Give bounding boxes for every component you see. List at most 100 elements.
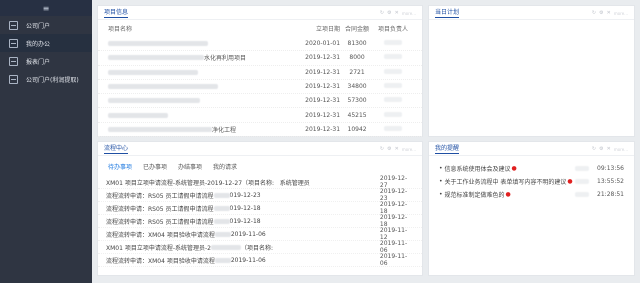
close-icon[interactable]: ✕ <box>607 10 611 16</box>
more-link[interactable]: more... <box>614 11 628 16</box>
sidebar-item-report-portal[interactable]: 报表门户 <box>0 52 92 70</box>
close-icon[interactable]: ✕ <box>395 10 399 16</box>
list-item[interactable]: • 规范标准制定做难色的 ● 21:28:51 <box>429 188 634 201</box>
close-icon[interactable]: ✕ <box>395 146 399 152</box>
flow-item-title: 流程流转申请：XM04 项目验收申请流程 <box>106 231 215 239</box>
table-row[interactable]: 净化工程 2019-12-31 10942 <box>98 123 422 138</box>
project-date: 2019-12-31 <box>305 97 341 105</box>
list-item[interactable]: 流程流转申请：XM04 项目验收申请流程 2019-11-06 2019-11-1… <box>98 227 422 241</box>
project-amount: 10942 <box>347 125 367 133</box>
list-item[interactable]: • 关于工作业务流程中 表单填写内容不明的建议 ● 13:55:52 <box>429 175 634 188</box>
project-date: 2019-12-31 <box>305 68 341 76</box>
reminder-text: 规范标准制定做难色的 <box>444 192 505 199</box>
redacted-text <box>108 55 204 61</box>
flow-item-date: 2019-12-18 <box>379 214 408 228</box>
sidebar-item-label: 公司门户(利润提取) <box>26 76 79 84</box>
project-amount: 2721 <box>349 68 365 76</box>
settings-icon[interactable]: ⚙ <box>599 10 603 16</box>
menu-toggle-button[interactable]: ≡ <box>0 0 92 16</box>
refresh-icon[interactable]: ↻ <box>380 10 384 16</box>
daily-plan-panel: 当日计划 ↻ ⚙ ✕ more... <box>428 5 635 137</box>
project-amount: 34800 <box>347 83 367 91</box>
redacted-text <box>210 244 241 250</box>
settings-icon[interactable]: ⚙ <box>387 146 391 152</box>
redacted-text <box>575 192 590 197</box>
alert-dot-icon: ● <box>511 165 517 172</box>
tab-todo[interactable]: 待办事项 <box>108 162 132 172</box>
panel-title: 我的提醒 <box>435 144 460 154</box>
flow-item-title: 流程流转申请：RS05 员工请假申请流程 <box>106 192 214 200</box>
flow-center-panel: 流程中心 ↻ ⚙ ✕ more... 待办事项 已办事项 办结事项 我的请求 X… <box>97 141 423 276</box>
list-item[interactable]: XM01 项目立项申请流程-系统管理员-2019-12-27（项目名称: 系统管… <box>98 175 422 189</box>
settings-icon[interactable]: ⚙ <box>387 10 391 16</box>
redacted-text <box>108 69 198 75</box>
reminder-list: • 信息系统使用体会及建议 ● 09:13:56 • 关于工作业务流程中 表单填… <box>429 156 634 201</box>
project-date: 2019-12-31 <box>305 125 341 133</box>
refresh-icon[interactable]: ↻ <box>380 146 384 152</box>
report-icon <box>9 56 18 66</box>
flow-item-title: 流程流转申请：RS05 员工请假申请流程 <box>106 218 214 226</box>
redacted-person <box>384 125 403 131</box>
alert-dot-icon: ● <box>505 191 511 198</box>
more-link[interactable]: more... <box>402 11 416 16</box>
project-date: 2019-12-31 <box>305 83 341 91</box>
project-date: 2019-12-31 <box>305 54 341 62</box>
column-header-name: 项目名称 <box>108 26 133 33</box>
table-row[interactable]: 2020-01-01 81300 <box>98 37 422 52</box>
list-item[interactable]: • 信息系统使用体会及建议 ● 09:13:56 <box>429 162 634 175</box>
project-date: 2020-01-01 <box>305 40 341 48</box>
flow-item-extra: 019-12-23 <box>229 191 261 199</box>
redacted-person <box>384 111 403 117</box>
flow-item-extra: 系统管理员 <box>279 179 310 187</box>
tab-completed[interactable]: 办结事项 <box>178 162 202 172</box>
column-header-amount: 合同金额 <box>345 26 370 33</box>
project-name-suffix: 水化再利用项目 <box>204 55 247 63</box>
table-row[interactable]: 2019-12-31 45215 <box>98 108 422 123</box>
flow-tabs: 待办事项 已办事项 办结事项 我的请求 <box>98 156 422 176</box>
list-item[interactable]: XM01 项目立项申请流程-系统管理员-2 （项目名称: 2019-11-06 <box>98 240 422 254</box>
list-item[interactable]: 流程流转申请：RS05 员工请假申请流程 019-12-18 2019-12-18 <box>98 214 422 228</box>
list-item[interactable]: 流程流转申请：RS05 员工请假申请流程 019-12-18 2019-12-18 <box>98 201 422 215</box>
panel-tools: ↻ ⚙ ✕ more... <box>592 146 628 152</box>
sidebar-item-label: 报表门户 <box>26 58 51 66</box>
flow-item-title: 流程流转申请：RS05 员工请假申请流程 <box>106 205 214 213</box>
settings-icon[interactable]: ⚙ <box>599 146 603 152</box>
sidebar-item-profit-portal[interactable]: 公司门户(利润提取) <box>0 70 92 88</box>
panel-header: 项目信息 ↻ ⚙ ✕ more... <box>98 6 422 20</box>
refresh-icon[interactable]: ↻ <box>592 10 596 16</box>
table-row[interactable]: 水化再利用项目 2019-12-31 8000 <box>98 51 422 66</box>
office-icon <box>9 38 18 48</box>
panel-title: 流程中心 <box>104 144 129 154</box>
reminder-time: 09:13:56 <box>597 165 624 172</box>
redacted-text <box>108 126 212 132</box>
refresh-icon[interactable]: ↻ <box>592 146 596 152</box>
list-item[interactable]: 流程流转申请：RS05 员工请假申请流程 019-12-23 2019-12-23 <box>98 188 422 202</box>
redacted-text <box>213 218 230 224</box>
more-link[interactable]: more... <box>614 147 628 152</box>
flow-item-extra: 019-12-18 <box>229 204 261 212</box>
redacted-text <box>575 166 590 171</box>
project-info-panel: 项目信息 ↻ ⚙ ✕ more... 项目名称 立项日期 合同金额 项目负责人 … <box>97 5 423 138</box>
sidebar-item-label: 我的办公 <box>26 40 51 48</box>
sidebar-item-company-portal[interactable]: 公司门户 <box>0 16 92 34</box>
more-link[interactable]: more... <box>402 147 416 152</box>
table-row[interactable]: 2019-12-31 57300 <box>98 94 422 109</box>
table-row[interactable]: 2019-12-31 34800 <box>98 80 422 95</box>
panel-tools: ↻ ⚙ ✕ more... <box>380 146 416 152</box>
flow-item-title: XM01 项目立项申请流程-系统管理员-2 <box>106 244 211 252</box>
redacted-text <box>575 179 590 184</box>
table-row[interactable]: 2019-12-31 2721 <box>98 66 422 80</box>
flow-item-date: 2019-11-06 <box>379 240 408 254</box>
profit-portal-icon <box>9 74 18 84</box>
tab-done[interactable]: 已办事项 <box>143 162 167 172</box>
redacted-text <box>108 84 218 90</box>
redacted-text <box>214 231 231 237</box>
project-date: 2019-12-31 <box>305 111 341 119</box>
panel-tools: ↻ ⚙ ✕ more... <box>380 10 416 16</box>
close-icon[interactable]: ✕ <box>607 146 611 152</box>
redacted-text <box>214 257 231 263</box>
sidebar-item-my-office[interactable]: 我的办公 <box>0 34 92 52</box>
list-item[interactable]: 流程流转申请：XM04 项目验收申请流程 2019-11-06 2019-11-0… <box>98 253 422 267</box>
flow-item-date: 2019-12-18 <box>379 201 408 215</box>
tab-my-requests[interactable]: 我的请求 <box>213 162 237 172</box>
